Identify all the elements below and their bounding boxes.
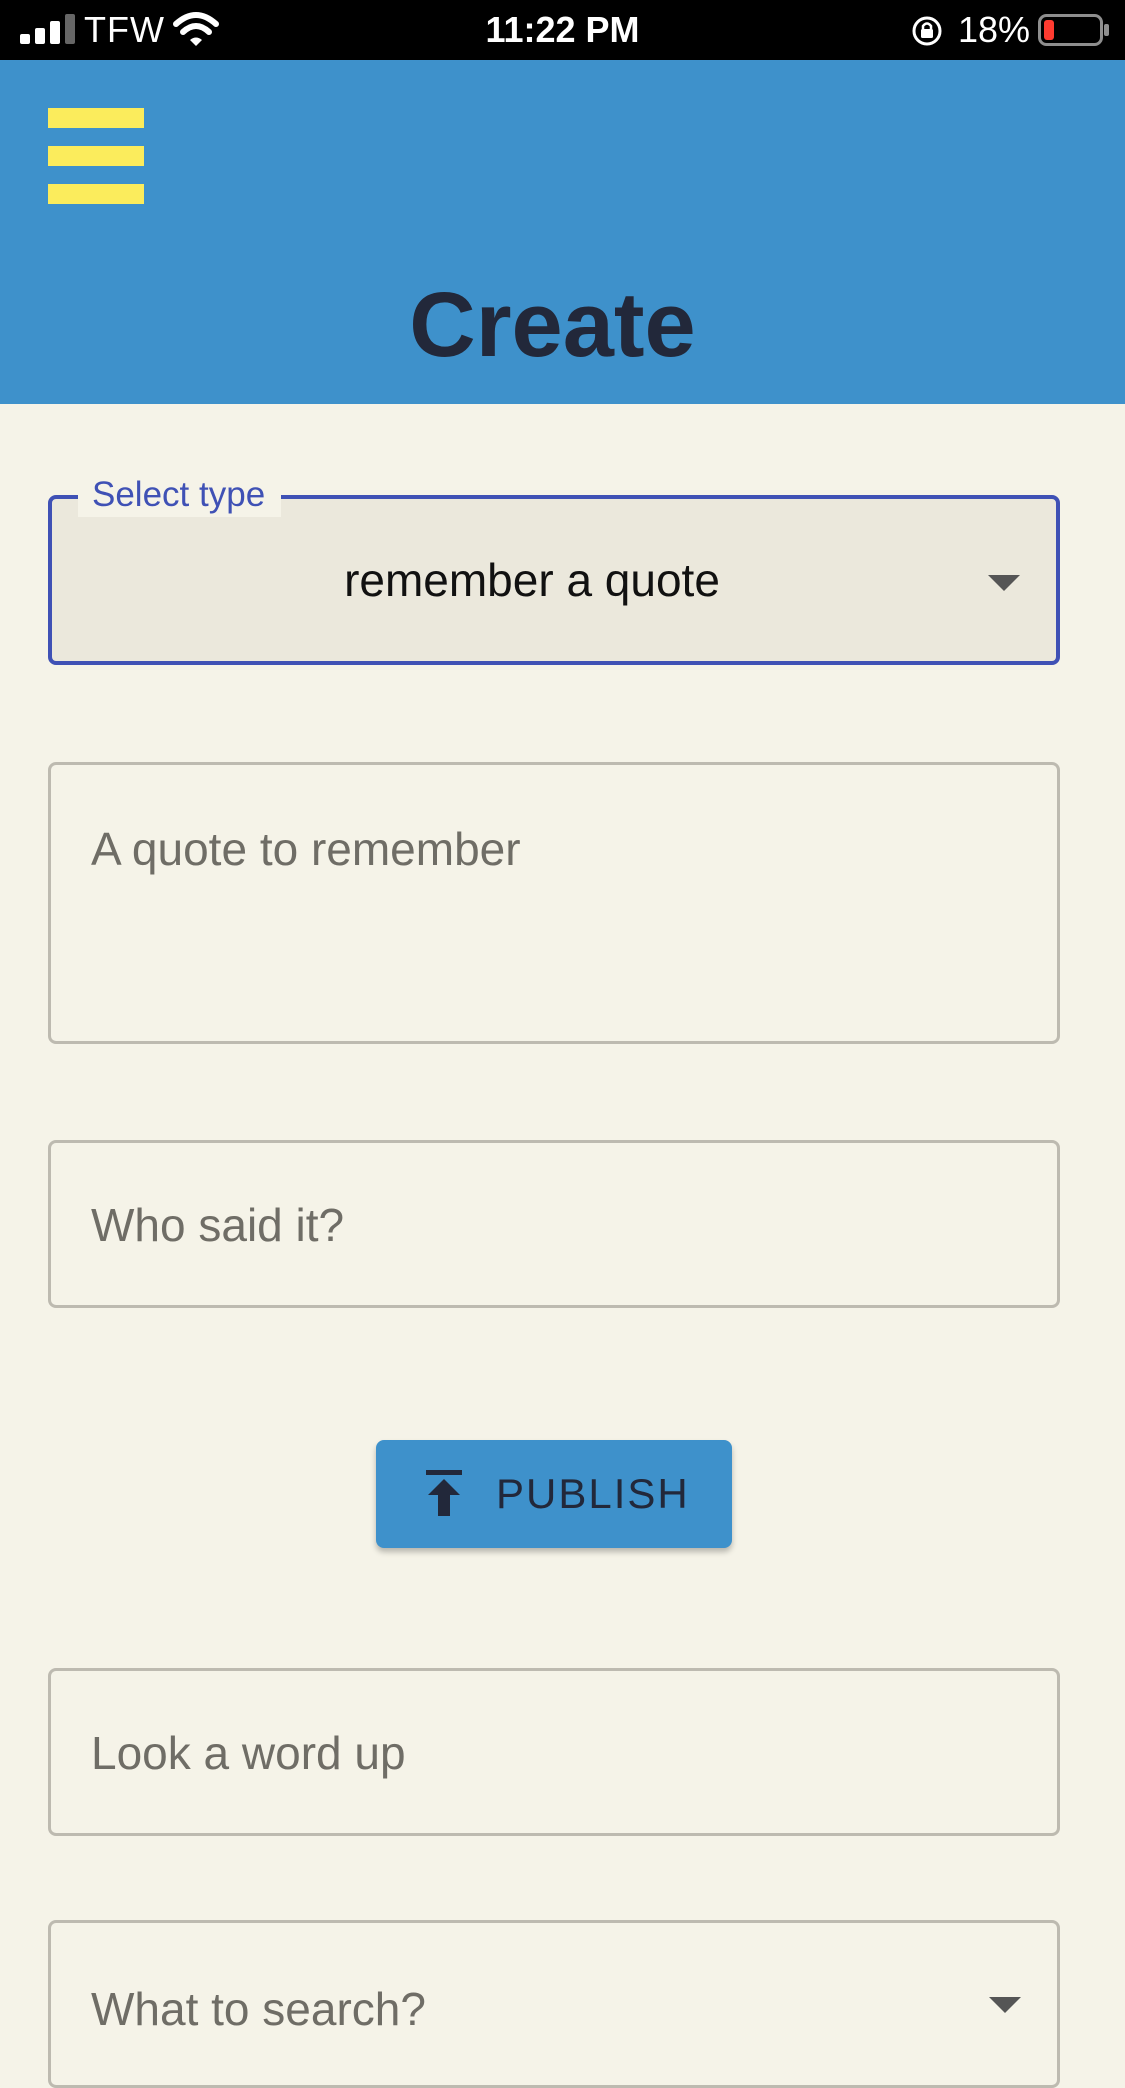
status-time: 11:22 PM xyxy=(485,9,640,50)
battery-icon xyxy=(1038,14,1109,46)
menu-bar-middle xyxy=(48,146,144,166)
battery-percentage: 18% xyxy=(958,9,1031,50)
menu-bar-top xyxy=(48,108,144,128)
quote-input-placeholder: A quote to remember xyxy=(91,823,521,875)
type-select-value: remember a quote xyxy=(344,554,720,606)
search-select-placeholder: What to search? xyxy=(91,1983,426,2035)
word-lookup-placeholder: Look a word up xyxy=(91,1727,406,1779)
rotation-lock-icon xyxy=(912,16,942,46)
dropdown-arrow-icon xyxy=(988,575,1020,591)
status-bar: TFW 11:22 PM 18% xyxy=(0,0,1125,60)
type-select-label: Select type xyxy=(78,473,282,517)
upload-icon xyxy=(426,1470,462,1516)
author-input-placeholder: Who said it? xyxy=(91,1199,345,1251)
publish-button[interactable]: PUBLISH xyxy=(376,1440,732,1548)
quote-input[interactable]: A quote to remember xyxy=(48,762,1060,1044)
app-header: Create xyxy=(0,60,1125,404)
dropdown-arrow-icon xyxy=(989,1997,1021,2013)
publish-button-label: PUBLISH xyxy=(496,1470,690,1517)
author-input[interactable]: Who said it? xyxy=(48,1140,1060,1308)
word-lookup-input[interactable]: Look a word up xyxy=(48,1668,1060,1836)
type-select[interactable]: Select type remember a quote xyxy=(48,473,1060,665)
menu-bar-bottom xyxy=(48,184,144,204)
search-select[interactable]: What to search? xyxy=(48,1920,1060,2088)
hamburger-menu-icon[interactable] xyxy=(48,108,144,204)
page-title: Create xyxy=(409,274,696,376)
